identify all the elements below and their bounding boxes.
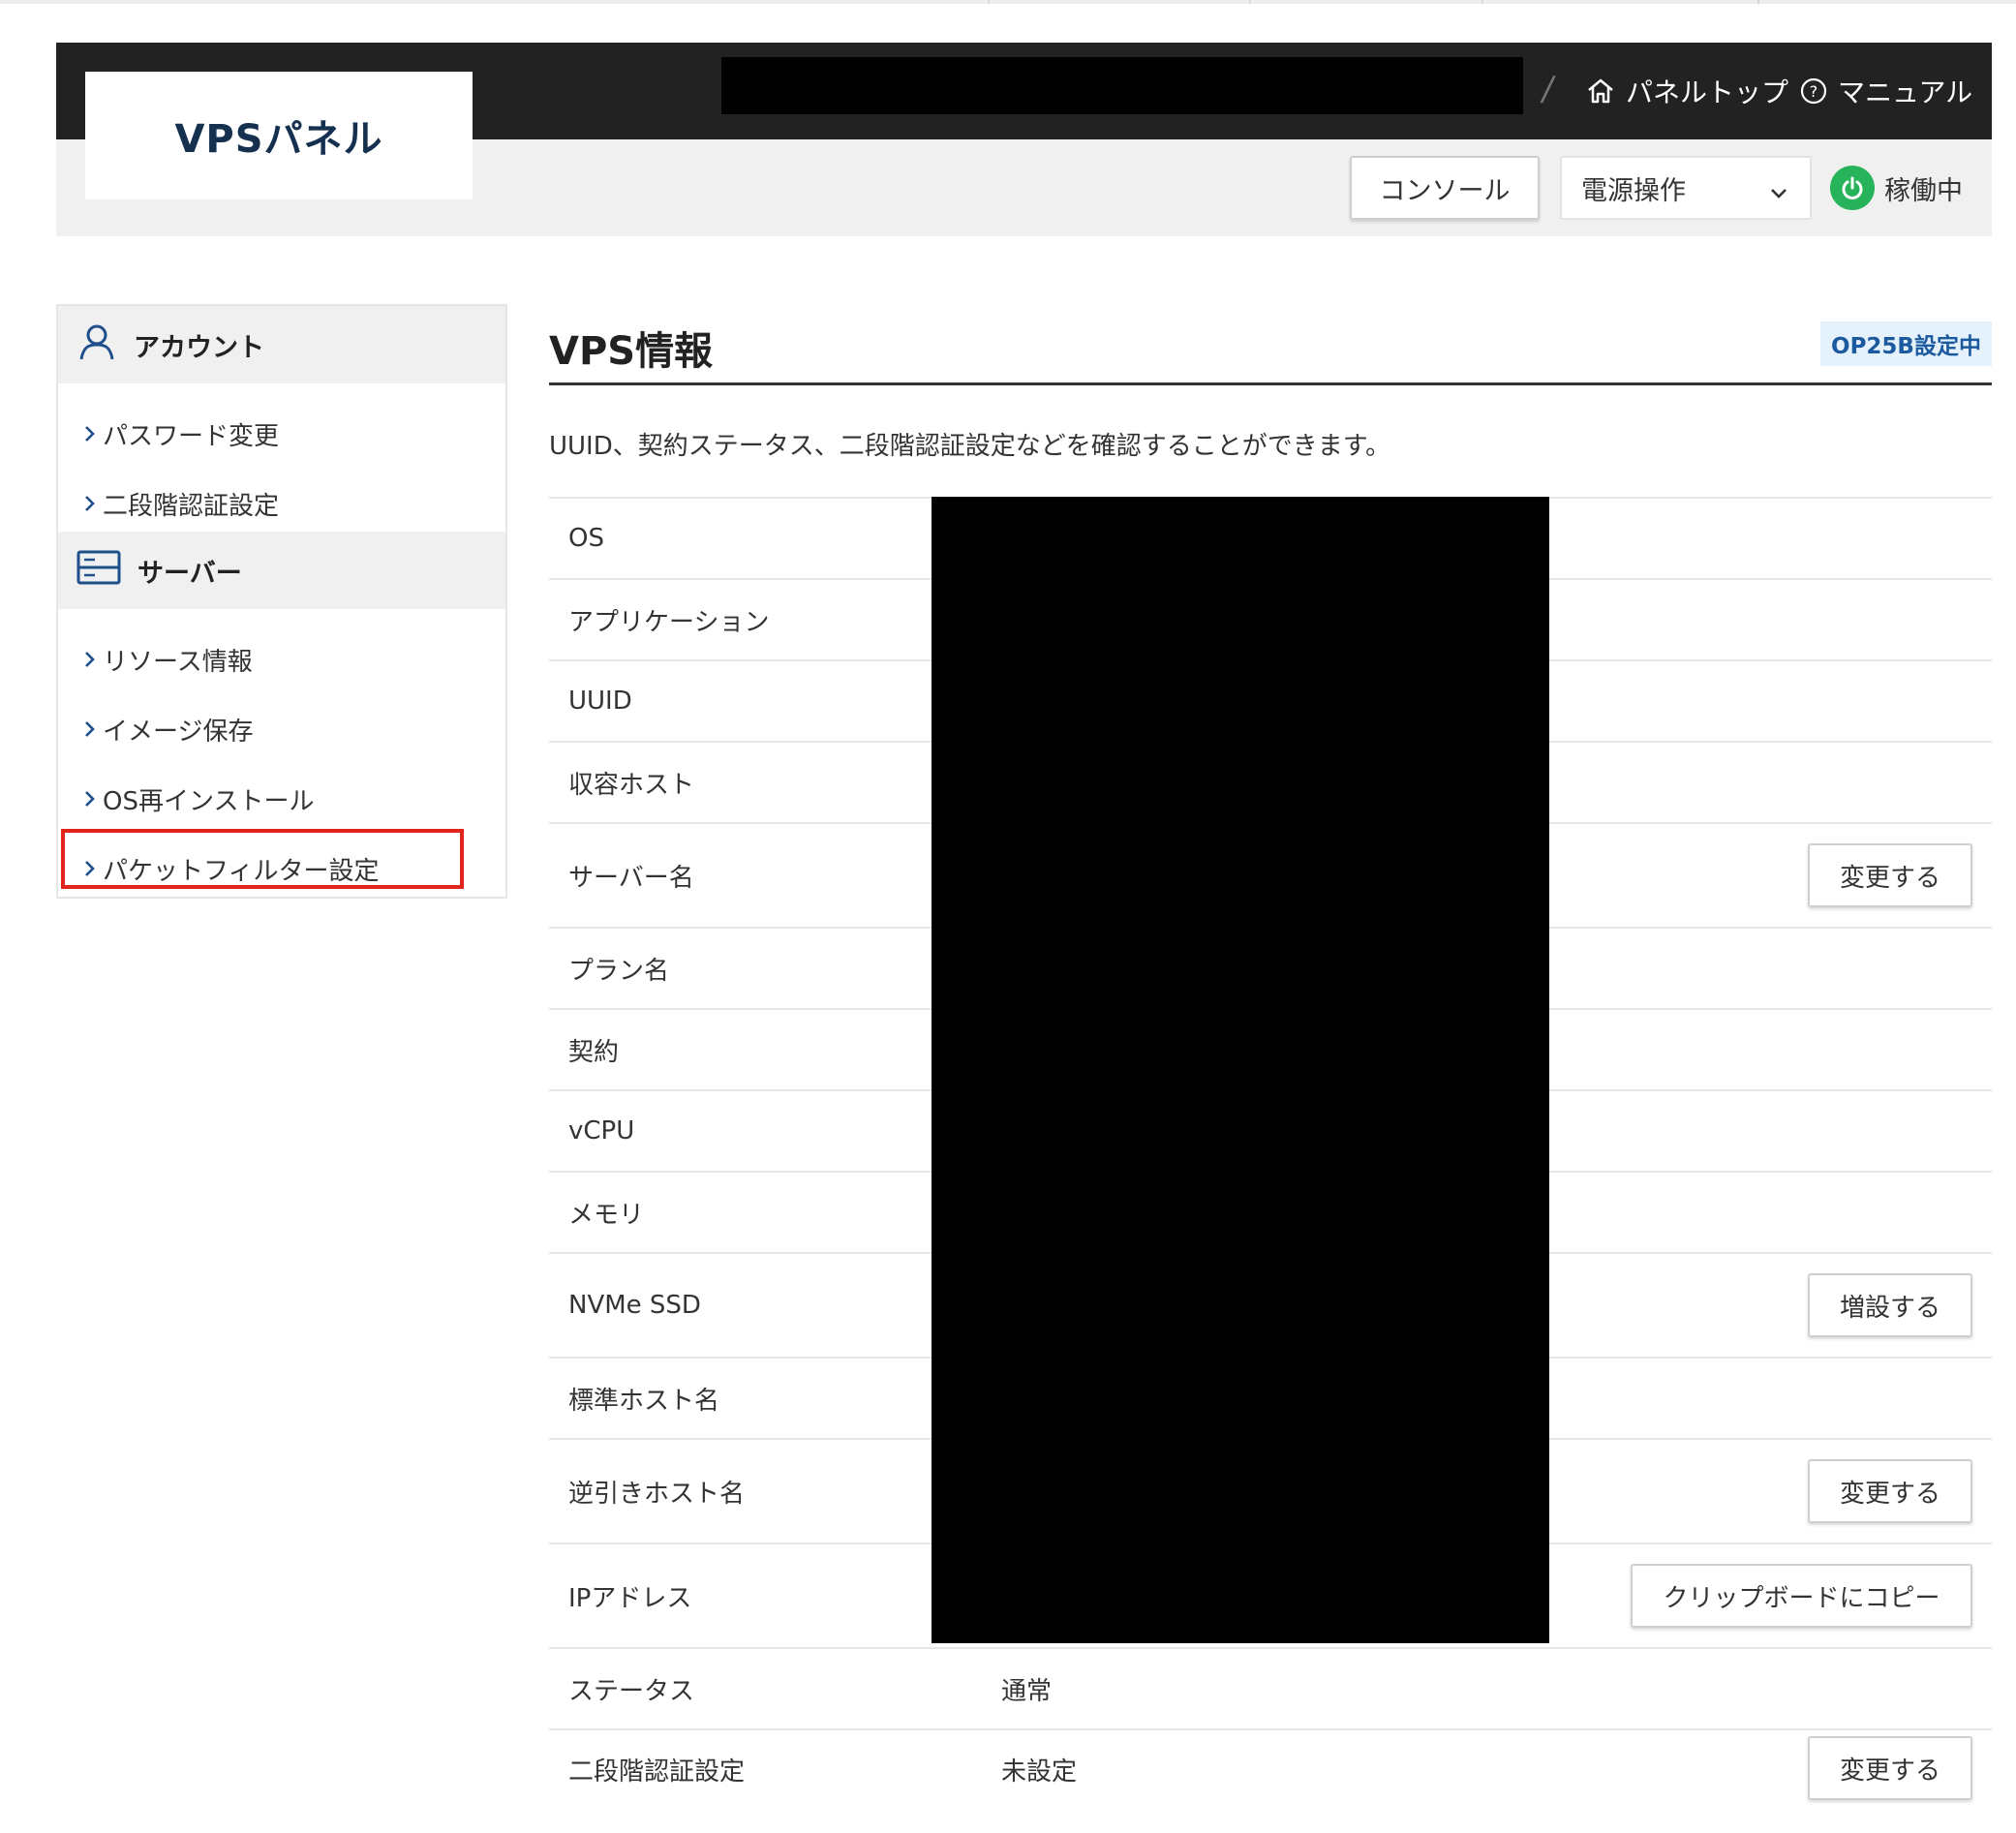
sidebar-item-label: リソース情報 — [103, 647, 253, 677]
row-label: 二段階認証設定 — [568, 1757, 746, 1787]
highlight-annotation — [61, 829, 464, 889]
info-row-status: ステータス 通常 — [549, 1647, 1992, 1728]
row-label: アプリケーション — [568, 607, 770, 637]
info-row-two-factor: 二段階認証設定 未設定 変更する — [549, 1728, 1992, 1833]
chevron-down-icon — [1769, 179, 1788, 209]
sidebar-heading-server: サーバー — [58, 532, 505, 609]
sidebar: アカウント パスワード変更 二段階認証設定 サーバー リソース情報 イメージ保存… — [56, 304, 507, 899]
panel-top-label: パネルトップ — [1626, 76, 1789, 108]
row-label: OS — [568, 524, 604, 553]
home-icon — [1585, 76, 1616, 107]
redacted-server-name — [721, 57, 1523, 114]
sidebar-item-label: パスワード変更 — [103, 421, 280, 451]
server-heading-label: サーバー — [137, 558, 242, 589]
row-label: 逆引きホスト名 — [568, 1479, 746, 1509]
help-icon: ? — [1799, 76, 1828, 106]
row-label: サーバー名 — [568, 863, 694, 893]
chevron-right-icon — [85, 721, 95, 737]
chevron-right-icon — [85, 426, 95, 442]
page-title: VPS情報 — [549, 329, 714, 374]
chevron-right-icon — [85, 496, 95, 511]
status-label: 稼働中 — [1884, 175, 1963, 206]
console-button[interactable]: コンソール — [1350, 156, 1540, 220]
expand-ssd-button[interactable]: 増設する — [1808, 1273, 1972, 1337]
row-label: UUID — [568, 687, 632, 716]
row-value: 未設定 — [1001, 1757, 1078, 1787]
row-label: NVMe SSD — [568, 1291, 701, 1320]
row-label: ステータス — [568, 1676, 695, 1706]
row-label: 収容ホスト — [568, 770, 695, 800]
row-label: 契約 — [568, 1037, 620, 1067]
server-status: 稼働中 — [1830, 163, 1963, 213]
svg-text:?: ? — [1810, 82, 1818, 101]
manual-link[interactable]: ? マニュアル — [1799, 70, 1972, 112]
row-label: メモリ — [568, 1200, 645, 1230]
sidebar-item-label: イメージ保存 — [103, 717, 254, 747]
change-server-name-button[interactable]: 変更する — [1808, 843, 1972, 907]
row-label: 標準ホスト名 — [568, 1386, 720, 1416]
sidebar-heading-account: アカウント — [58, 306, 505, 383]
manual-label: マニュアル — [1838, 76, 1973, 108]
window-top-edge — [0, 0, 2016, 4]
sidebar-item-password[interactable]: パスワード変更 — [83, 410, 279, 458]
title-divider — [549, 382, 1992, 385]
power-operation-select[interactable]: 電源操作 — [1560, 156, 1812, 220]
server-icon — [76, 549, 122, 593]
op25b-badge: OP25B設定中 — [1820, 321, 1992, 366]
row-label: プラン名 — [568, 956, 670, 986]
user-icon — [76, 321, 118, 370]
change-reverse-hostname-button[interactable]: 変更する — [1808, 1459, 1972, 1523]
account-heading-label: アカウント — [134, 332, 264, 363]
panel-top-link[interactable]: パネルトップ — [1585, 70, 1788, 112]
power-select-value: 電源操作 — [1581, 175, 1686, 206]
sidebar-item-two-factor[interactable]: 二段階認証設定 — [83, 479, 279, 528]
change-two-factor-button[interactable]: 変更する — [1808, 1736, 1972, 1800]
sidebar-item-label: 二段階認証設定 — [103, 491, 280, 521]
sidebar-item-image-save[interactable]: イメージ保存 — [83, 705, 253, 753]
redacted-values — [932, 497, 1549, 1643]
app-logo[interactable]: VPSパネル — [85, 72, 473, 199]
row-label: IPアドレス — [568, 1583, 692, 1613]
copy-to-clipboard-button[interactable]: クリップボードにコピー — [1631, 1564, 1972, 1628]
sidebar-item-os-reinstall[interactable]: OS再インストール — [83, 775, 314, 823]
chevron-right-icon — [85, 652, 95, 667]
power-icon — [1830, 166, 1875, 210]
page-description: UUID、契約ステータス、二段階認証設定などを確認することができます。 — [549, 432, 1391, 461]
sidebar-item-label: OS再インストール — [103, 786, 315, 816]
row-label: vCPU — [568, 1116, 635, 1146]
chevron-right-icon — [85, 791, 95, 807]
row-value: 通常 — [1001, 1676, 1053, 1706]
sidebar-item-resource-info[interactable]: リソース情報 — [83, 635, 253, 684]
